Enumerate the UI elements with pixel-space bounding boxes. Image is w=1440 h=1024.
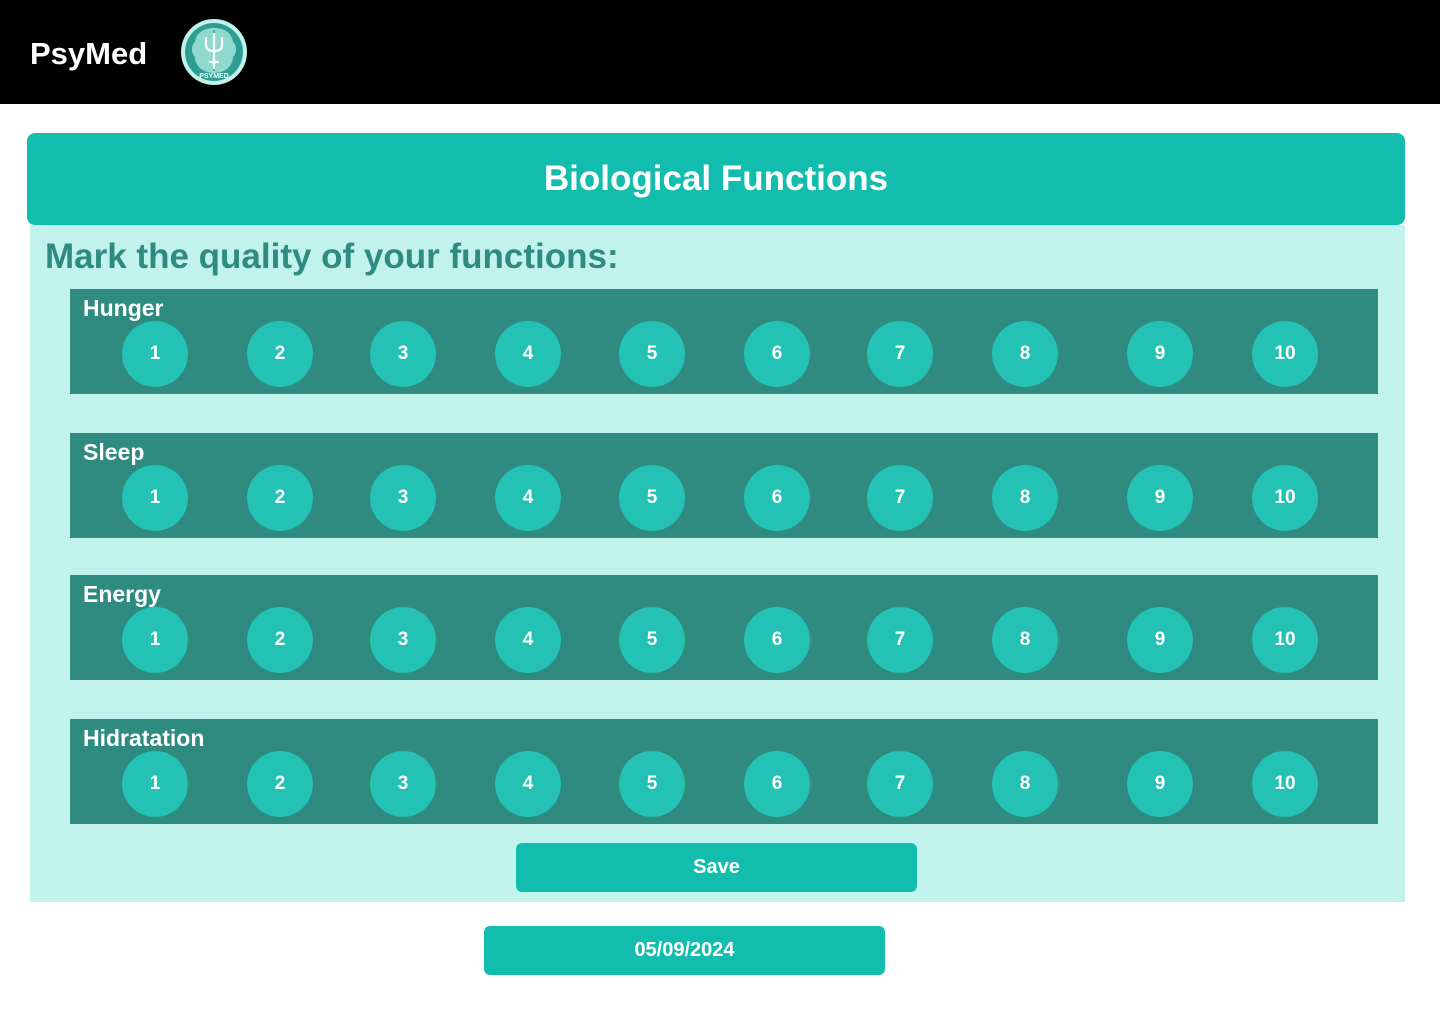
function-row-hidratation: Hidratation 1 2 3 4 5 6 7 8 9 10: [70, 719, 1378, 824]
rating-option-3[interactable]: 3: [370, 607, 436, 673]
page-title: Biological Functions: [543, 159, 889, 198]
rating-option-8[interactable]: 8: [992, 607, 1058, 673]
rating-option-10[interactable]: 10: [1252, 751, 1318, 817]
rating-option-8[interactable]: 8: [992, 751, 1058, 817]
rating-option-3[interactable]: 3: [370, 465, 436, 531]
function-row-sleep: Sleep 1 2 3 4 5 6 7 8 9 10: [70, 433, 1378, 538]
brain-logo-icon: PSYMED: [180, 18, 248, 86]
function-label: Hidratation: [83, 725, 205, 751]
function-row-hunger: Hunger 1 2 3 4 5 6 7 8 9 10: [70, 289, 1378, 394]
rating-option-1[interactable]: 1: [122, 607, 188, 673]
rating-option-6[interactable]: 6: [744, 751, 810, 817]
rating-option-8[interactable]: 8: [992, 321, 1058, 387]
save-button[interactable]: Save: [516, 843, 917, 892]
rating-option-2[interactable]: 2: [247, 465, 313, 531]
rating-option-8[interactable]: 8: [992, 465, 1058, 531]
rating-option-9[interactable]: 9: [1127, 465, 1193, 531]
rating-option-10[interactable]: 10: [1252, 607, 1318, 673]
rating-option-9[interactable]: 9: [1127, 751, 1193, 817]
rating-option-2[interactable]: 2: [247, 607, 313, 673]
rating-option-5[interactable]: 5: [619, 321, 685, 387]
rating-option-10[interactable]: 10: [1252, 321, 1318, 387]
rating-option-6[interactable]: 6: [744, 607, 810, 673]
rating-option-5[interactable]: 5: [619, 465, 685, 531]
rating-option-1[interactable]: 1: [122, 751, 188, 817]
rating-option-7[interactable]: 7: [867, 607, 933, 673]
function-row-energy: Energy 1 2 3 4 5 6 7 8 9 10: [70, 575, 1378, 680]
rating-option-7[interactable]: 7: [867, 321, 933, 387]
rating-option-7[interactable]: 7: [867, 751, 933, 817]
function-label: Hunger: [83, 295, 164, 321]
rating-option-1[interactable]: 1: [122, 321, 188, 387]
rating-option-7[interactable]: 7: [867, 465, 933, 531]
rating-option-6[interactable]: 6: [744, 321, 810, 387]
rating-option-4[interactable]: 4: [495, 607, 561, 673]
function-label: Energy: [83, 581, 161, 607]
rating-option-3[interactable]: 3: [370, 321, 436, 387]
rating-option-3[interactable]: 3: [370, 751, 436, 817]
rating-option-10[interactable]: 10: [1252, 465, 1318, 531]
rating-option-1[interactable]: 1: [122, 465, 188, 531]
form-prompt: Mark the quality of your functions:: [45, 237, 619, 276]
rating-option-4[interactable]: 4: [495, 465, 561, 531]
rating-option-2[interactable]: 2: [247, 751, 313, 817]
rating-option-9[interactable]: 9: [1127, 607, 1193, 673]
rating-option-5[interactable]: 5: [619, 607, 685, 673]
rating-option-9[interactable]: 9: [1127, 321, 1193, 387]
rating-option-4[interactable]: 4: [495, 321, 561, 387]
rating-option-2[interactable]: 2: [247, 321, 313, 387]
svg-text:PSYMED: PSYMED: [199, 73, 229, 80]
section-header: Biological Functions: [27, 133, 1405, 225]
rating-option-5[interactable]: 5: [619, 751, 685, 817]
date-display[interactable]: 05/09/2024: [484, 926, 885, 975]
function-label: Sleep: [83, 439, 145, 465]
rating-option-4[interactable]: 4: [495, 751, 561, 817]
rating-option-6[interactable]: 6: [744, 465, 810, 531]
top-bar: PsyMed PSYMED: [0, 0, 1440, 104]
brand-name: PsyMed: [30, 36, 148, 71]
